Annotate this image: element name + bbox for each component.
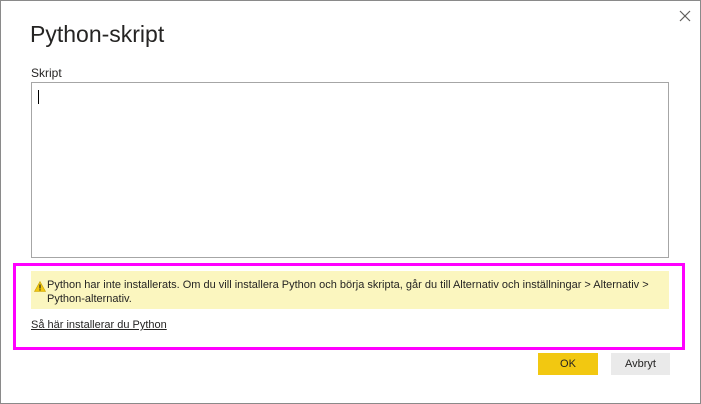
python-script-dialog: Python-skript Skript Python har inte ins… xyxy=(0,0,701,404)
script-textarea[interactable] xyxy=(31,82,669,258)
close-icon[interactable] xyxy=(676,7,694,25)
warning-banner: Python har inte installerats. Om du vill… xyxy=(31,271,669,309)
install-python-link[interactable]: Så här installerar du Python xyxy=(31,319,167,331)
text-caret xyxy=(38,90,39,104)
ok-button[interactable]: OK xyxy=(538,353,598,375)
warning-icon xyxy=(33,279,47,292)
dialog-title: Python-skript xyxy=(30,21,165,47)
warning-text: Python har inte installerats. Om du vill… xyxy=(47,279,649,305)
script-label: Skript xyxy=(31,66,62,80)
cancel-button[interactable]: Avbryt xyxy=(611,353,670,375)
